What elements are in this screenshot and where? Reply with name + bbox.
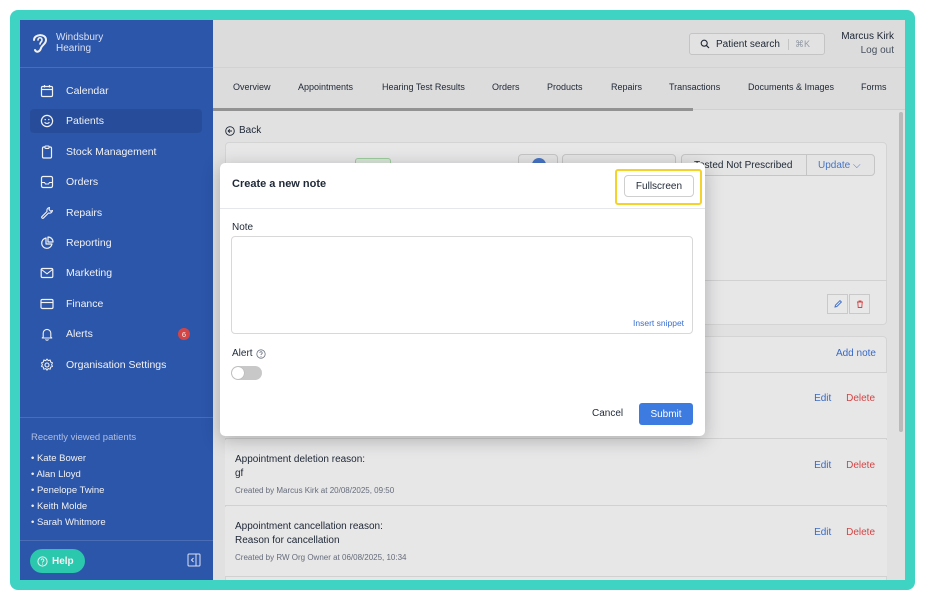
note-textarea[interactable] <box>231 236 693 334</box>
modal-divider <box>220 208 705 209</box>
cancel-button[interactable]: Cancel <box>592 408 623 419</box>
insert-snippet-link[interactable]: Insert snippet <box>633 318 684 328</box>
alert-label-text: Alert <box>232 348 253 359</box>
submit-button[interactable]: Submit <box>639 403 693 425</box>
app-window: Windsbury Hearing Calendar Patients Stoc… <box>20 20 905 580</box>
alert-toggle[interactable] <box>231 366 262 380</box>
alert-field-label: Alert <box>232 348 266 359</box>
fullscreen-button[interactable]: Fullscreen <box>624 175 694 197</box>
question-circle-icon[interactable] <box>255 348 266 359</box>
modal-title: Create a new note <box>232 178 327 190</box>
note-field-label: Note <box>232 222 254 233</box>
create-note-modal: Create a new note Fullscreen Note Insert… <box>220 163 705 436</box>
